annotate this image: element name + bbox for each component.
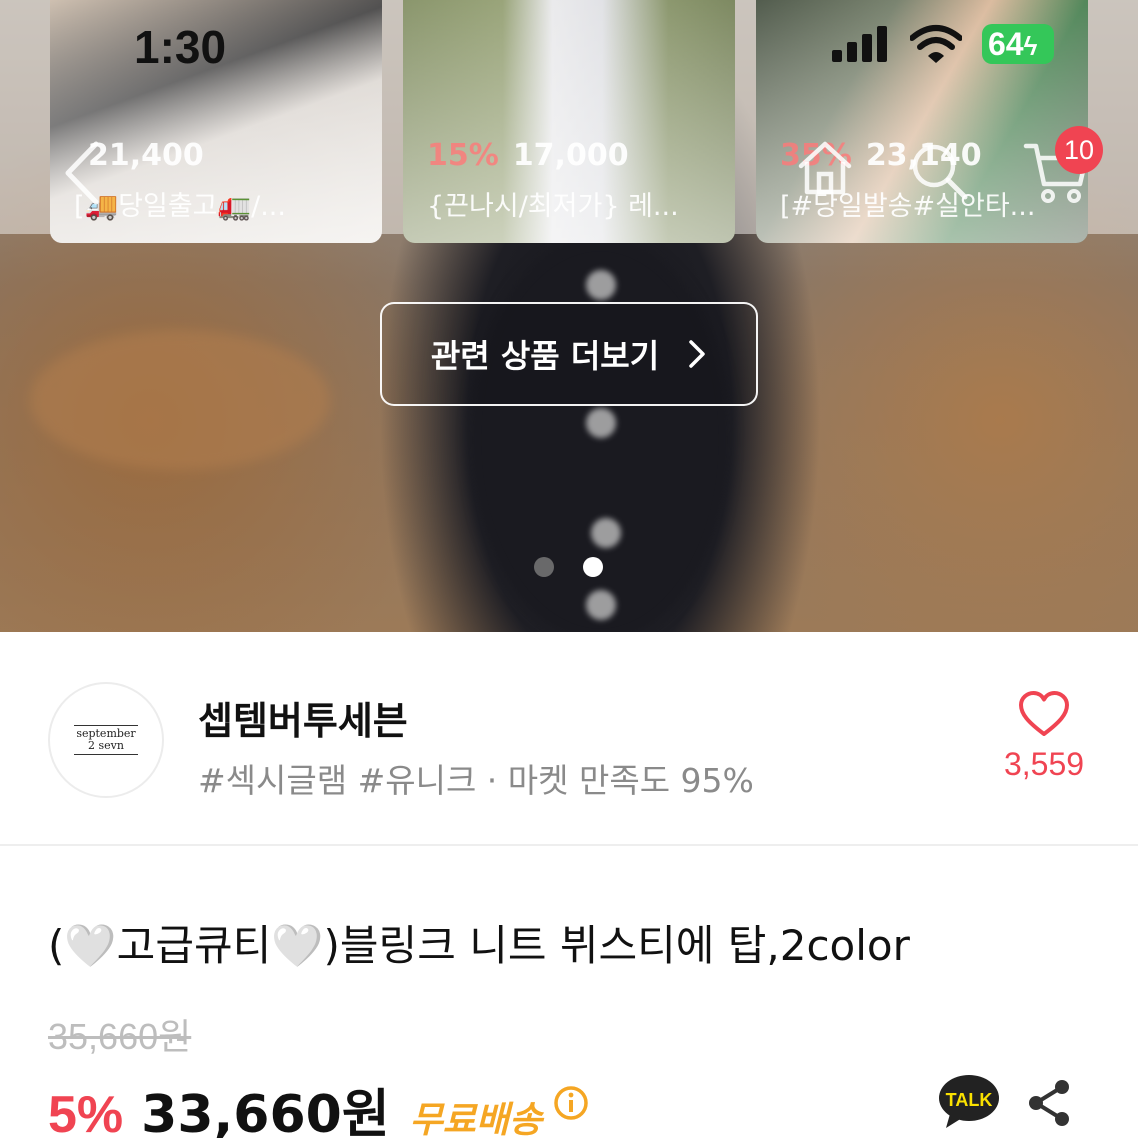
related-product-name: [🚚당일출고🚛/... [74, 191, 286, 222]
status-bar: 1:30 64ϟ [0, 0, 1138, 92]
blurred-button-detail [586, 270, 616, 300]
discount-rate: 5% [48, 1086, 124, 1138]
seller-logo: september 2 sevn [74, 725, 138, 755]
blurred-button-detail [586, 590, 616, 620]
kakao-talk-button[interactable]: TALK [938, 1074, 1000, 1130]
battery-icon: 64ϟ [982, 24, 1054, 64]
product-image-carousel[interactable]: 21,400 [🚚당일출고🚛/... 15% 17,000 {끈나시/최저가} 레… [0, 0, 1138, 632]
home-icon[interactable] [795, 138, 855, 198]
share-icon[interactable] [1026, 1078, 1072, 1128]
seller-tags: #섹시글램 #유니크 · 마켓 만족도 95% [198, 761, 754, 800]
related-products-button-label: 관련 상품 더보기 [430, 337, 660, 375]
seller-avatar[interactable]: september 2 sevn [48, 682, 164, 798]
status-time: 1:30 [134, 21, 227, 73]
blurred-button-detail [591, 518, 621, 548]
wifi-icon [910, 25, 962, 63]
carousel-dot-active[interactable] [583, 557, 603, 577]
back-icon[interactable] [60, 138, 104, 208]
related-product-price: 17,000 [512, 138, 629, 173]
like-count: 3,559 [1003, 746, 1085, 782]
search-icon[interactable] [908, 140, 970, 202]
product-title: (🤍고급큐티🤍)블링크 니트 뷔스티에 탑,2color [48, 921, 910, 970]
seller-section[interactable]: september 2 sevn 셉템버투세븐 #섹시글램 #유니크 · 마켓 … [0, 632, 1138, 846]
sale-price: 33,660원 [141, 1085, 390, 1138]
info-icon[interactable] [553, 1085, 589, 1121]
cart-count-badge: 10 [1055, 126, 1103, 174]
battery-level: 64 [988, 26, 1024, 62]
blurred-photo-background [30, 330, 330, 470]
related-product-name: {끈나시/최저가} 레... [427, 191, 679, 222]
related-product-discount: 15% [427, 138, 499, 173]
related-products-button[interactable]: 관련 상품 더보기 [380, 302, 758, 406]
talk-bubble-icon: TALK [939, 1075, 999, 1128]
chevron-right-icon [689, 340, 705, 368]
related-product-price: 21,400 [88, 138, 204, 173]
carousel-dot[interactable] [534, 557, 554, 577]
original-price: 35,660원 [48, 1016, 192, 1057]
seller-name[interactable]: 셉템버투세븐 [198, 690, 408, 745]
price-row: 5% 33,660원 무료배송 [48, 1072, 556, 1138]
free-shipping-label: 무료배송 [409, 1100, 543, 1138]
talk-label: TALK [946, 1090, 993, 1110]
cellular-signal-icon [832, 26, 892, 62]
heart-icon[interactable] [1018, 690, 1070, 738]
blurred-button-detail [586, 408, 616, 438]
